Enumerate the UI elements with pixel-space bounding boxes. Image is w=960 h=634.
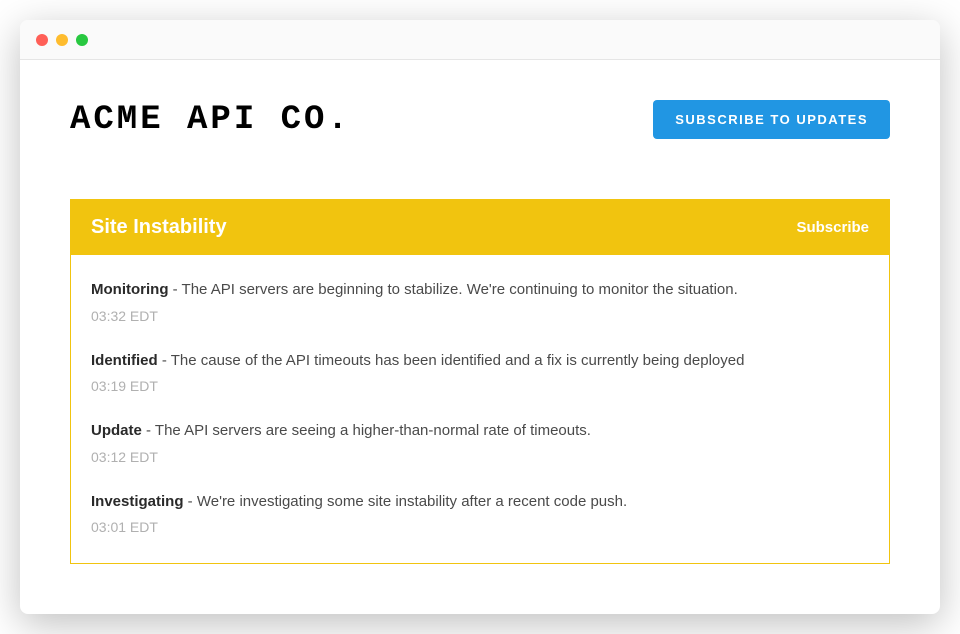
incident-body: Monitoring - The API servers are beginni… <box>71 255 889 563</box>
update-message: - We're investigating some site instabil… <box>184 493 628 510</box>
update-entry: Identified - The cause of the API timeou… <box>91 350 869 395</box>
update-entry: Investigating - We're investigating some… <box>91 491 869 536</box>
incident-card: Site Instability Subscribe Monitoring - … <box>70 199 890 564</box>
minimize-icon[interactable] <box>56 34 68 46</box>
update-status: Investigating <box>91 493 184 510</box>
update-status: Monitoring <box>91 281 168 298</box>
update-timestamp: 03:01 EDT <box>91 519 869 535</box>
update-message: - The API servers are beginning to stabi… <box>168 281 737 298</box>
maximize-icon[interactable] <box>76 34 88 46</box>
update-status: Update <box>91 422 142 439</box>
close-icon[interactable] <box>36 34 48 46</box>
incident-header: Site Instability Subscribe <box>71 200 889 255</box>
page-content: ACME API CO. SUBSCRIBE TO UPDATES Site I… <box>20 60 940 614</box>
update-message: - The API servers are seeing a higher-th… <box>142 422 591 439</box>
update-timestamp: 03:19 EDT <box>91 378 869 394</box>
update-timestamp: 03:32 EDT <box>91 308 869 324</box>
page-header: ACME API CO. SUBSCRIBE TO UPDATES <box>70 100 890 139</box>
update-text: Update - The API servers are seeing a hi… <box>91 420 869 443</box>
update-text: Monitoring - The API servers are beginni… <box>91 279 869 302</box>
window-chrome <box>20 20 940 60</box>
update-text: Investigating - We're investigating some… <box>91 491 869 514</box>
update-timestamp: 03:12 EDT <box>91 449 869 465</box>
update-entry: Update - The API servers are seeing a hi… <box>91 420 869 465</box>
incident-title: Site Instability <box>91 216 227 239</box>
update-status: Identified <box>91 352 158 369</box>
browser-window: ACME API CO. SUBSCRIBE TO UPDATES Site I… <box>20 20 940 614</box>
update-message: - The cause of the API timeouts has been… <box>158 352 745 369</box>
update-entry: Monitoring - The API servers are beginni… <box>91 279 869 324</box>
company-name: ACME API CO. <box>70 101 351 139</box>
incident-subscribe-link[interactable]: Subscribe <box>796 219 869 236</box>
subscribe-to-updates-button[interactable]: SUBSCRIBE TO UPDATES <box>653 100 890 139</box>
update-text: Identified - The cause of the API timeou… <box>91 350 869 373</box>
